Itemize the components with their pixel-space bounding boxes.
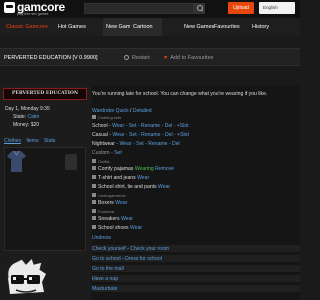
- panel-tabs: Clothes Items Stats: [4, 138, 59, 144]
- outfit-1-state: Wearing: [134, 166, 154, 172]
- dress-school-link[interactable]: Dress for school: [125, 256, 162, 262]
- game-content: You're running late for school. You can …: [92, 86, 300, 300]
- state-label: State:: [13, 114, 27, 120]
- upload-button[interactable]: Upload: [228, 2, 254, 14]
- section-icon: [92, 115, 96, 119]
- tab-clothes[interactable]: Clothes: [4, 138, 21, 144]
- wardrobe-link[interactable]: Wardrobe: [92, 108, 114, 114]
- checkbox-icon[interactable]: [92, 200, 96, 204]
- outfit-1-remove[interactable]: Remove: [155, 166, 174, 172]
- pajamas-icon: [7, 151, 26, 172]
- set-nightwear-actions[interactable]: Wear - Set - Rename - Del: [119, 141, 179, 147]
- foot-2-name: School shoes: [98, 225, 129, 231]
- set-school-label: School: [92, 123, 108, 129]
- game-title: PERVERTED EDUCATION [V 0.9900]: [4, 55, 98, 61]
- tab-items[interactable]: Items: [26, 138, 38, 144]
- masturbate-link[interactable]: Masturbate: [92, 286, 117, 292]
- check-room-link[interactable]: Check your room: [130, 246, 169, 252]
- wardrobe-detailed-link[interactable]: Detailed: [133, 108, 152, 114]
- restart-icon: [124, 55, 129, 60]
- outfit-1-name: Comfy pajamas: [98, 166, 134, 172]
- goto-mall-link[interactable]: Go to the mall: [92, 266, 124, 272]
- outfit-3-name: School shirt, tie and pants: [98, 184, 157, 190]
- nav-item-new-games-2[interactable]: New Games: [184, 18, 214, 36]
- outfit-2-name: T-shirt and jeans: [98, 175, 136, 181]
- restart-button[interactable]: Restart: [124, 49, 150, 67]
- set-school-actions[interactable]: Wear - Set - Rename - Del - +Slot: [112, 123, 188, 129]
- outfit-2-wear[interactable]: Wear: [137, 175, 149, 181]
- item-icon: [65, 154, 77, 170]
- checkbox-icon[interactable]: [92, 175, 96, 179]
- checkbox-icon[interactable]: [92, 225, 96, 229]
- set-nightwear-label: Nightwear: [92, 141, 115, 147]
- under-1-wear[interactable]: Wear: [115, 200, 127, 206]
- main-nav: Classic Gamcore Hot Games New Games Cart…: [0, 18, 300, 36]
- nav-item-classic[interactable]: Classic Gamcore: [6, 18, 48, 36]
- day-time: Day 1, Monday 9:35: [5, 106, 50, 112]
- foot-1-name: Sneakers: [98, 216, 120, 222]
- set-custom-actions[interactable]: Set: [114, 150, 122, 156]
- clothing-sets-header: Clothing sets: [98, 115, 122, 120]
- section-icon: [92, 209, 96, 213]
- nav-item-hot-games[interactable]: Hot Games: [58, 18, 86, 36]
- undress-link[interactable]: Undress: [92, 235, 111, 241]
- nav-item-history[interactable]: History: [252, 18, 269, 36]
- action-bar: [92, 275, 300, 282]
- heart-icon: ♥: [164, 55, 168, 61]
- language-select[interactable]: English: [259, 2, 295, 14]
- nap-link[interactable]: Have a nap: [92, 276, 118, 282]
- money-label: Money:: [13, 122, 30, 128]
- logo-icon: [4, 2, 15, 13]
- game-banner: PERVERTED EDUCATION: [3, 88, 87, 100]
- outfit-3-wear[interactable]: Wear: [158, 184, 170, 190]
- search-input[interactable]: [84, 3, 194, 14]
- mascot-icon: [7, 258, 46, 294]
- action-bar: [92, 285, 300, 292]
- goto-school-link[interactable]: Go to school: [92, 256, 121, 262]
- state-value: Calm: [27, 114, 40, 120]
- checkbox-icon[interactable]: [92, 216, 96, 220]
- undergarments-header: Undergarments: [98, 193, 126, 198]
- section-icon: [92, 193, 96, 197]
- check-yourself-link[interactable]: Check yourself: [92, 246, 126, 252]
- checkbox-icon[interactable]: [92, 166, 96, 170]
- intro-text: You're running late for school. You can …: [92, 91, 268, 97]
- game-header: PERVERTED EDUCATION [V 0.9900] Restart ♥…: [0, 48, 300, 66]
- favourite-button[interactable]: ♥ Add to Favourites: [164, 49, 213, 67]
- wardrobe-quick-link[interactable]: Quick: [116, 108, 129, 114]
- section-icon: [92, 159, 96, 163]
- checkbox-icon[interactable]: [92, 184, 96, 188]
- foot-2-wear[interactable]: Wear: [130, 225, 142, 231]
- top-bar: gamcore play free sex games Upload Engli…: [0, 0, 300, 18]
- under-1-name: Boxers: [98, 200, 114, 206]
- footwear-header: Footwear: [98, 209, 115, 214]
- clothes-panel: [4, 147, 86, 251]
- outfits-header: Outfits: [98, 159, 110, 164]
- favourite-label: Add to Favourites: [170, 55, 214, 61]
- set-custom-label: Custom: [92, 150, 110, 156]
- logo-tagline: play free sex games: [17, 12, 49, 16]
- tab-stats[interactable]: Stats: [44, 138, 55, 144]
- foot-1-wear[interactable]: Wear: [121, 216, 133, 222]
- restart-label: Restart: [132, 55, 150, 61]
- nav-item-cartoon[interactable]: Cartoon: [133, 18, 153, 36]
- nav-item-favourites[interactable]: Favourites: [214, 18, 240, 36]
- site-logo[interactable]: gamcore play free sex games: [4, 0, 65, 18]
- search-icon[interactable]: [194, 3, 205, 14]
- set-casual-label: Casual: [92, 132, 108, 138]
- money-value: $20: [30, 122, 40, 128]
- set-casual-actions[interactable]: Wear - Set - Rename - Del - +Slot: [112, 132, 188, 138]
